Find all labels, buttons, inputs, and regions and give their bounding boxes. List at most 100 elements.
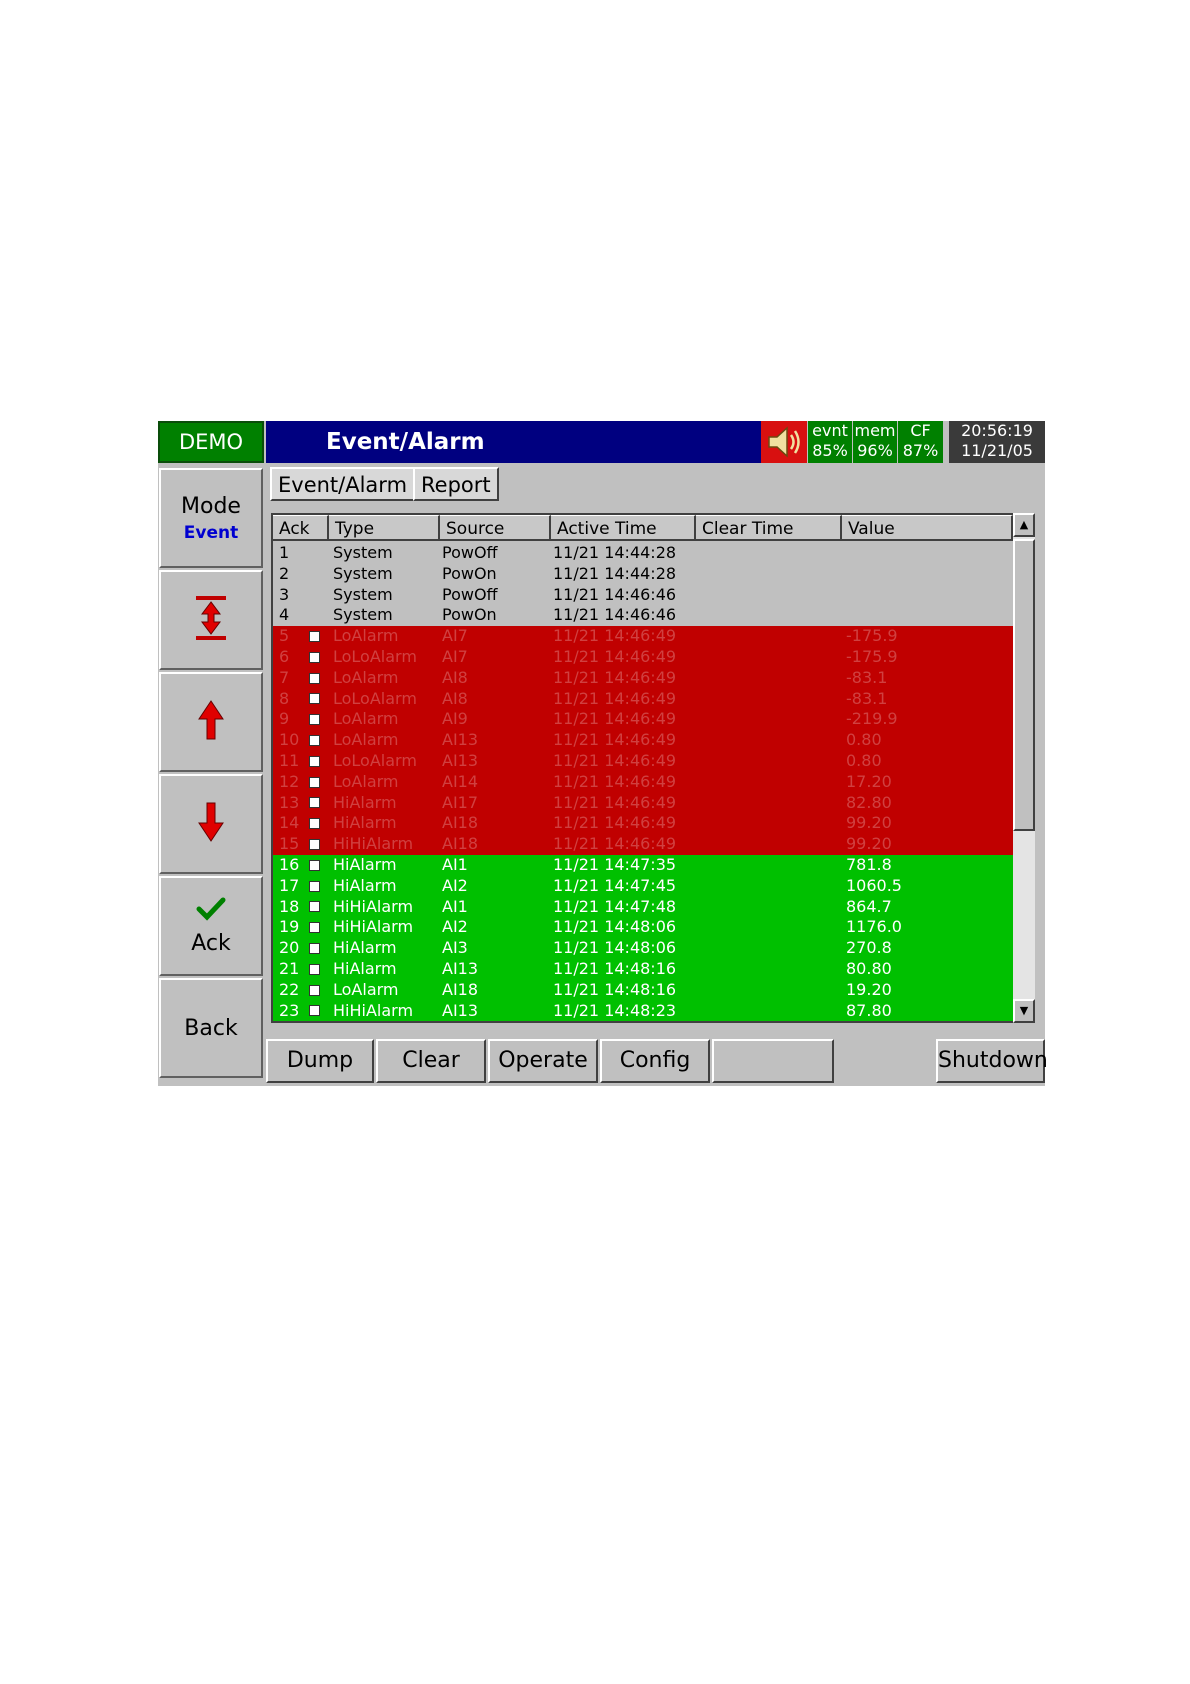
ack-checkbox[interactable] [309,917,327,938]
checkbox[interactable] [309,651,320,663]
ack-checkbox[interactable] [309,876,327,897]
ack-checkbox[interactable] [309,1001,327,1021]
checkbox[interactable] [309,1005,320,1017]
checkbox[interactable] [309,922,320,934]
column-header-active-time[interactable]: Active Time [551,515,696,541]
table-row[interactable]: 4 System PowOn 11/21 14:46:46 [273,605,1031,627]
table-row[interactable]: 14 HiAlarm AI18 11/21 14:46:49 99.20 [273,813,1031,835]
row-value: 99.20 [846,813,892,833]
checkbox[interactable] [309,693,320,705]
scrollbar-thumb[interactable] [1013,539,1035,831]
shutdown-button[interactable]: Shutdown [936,1039,1048,1083]
scroll-down-button[interactable] [159,774,263,874]
ack-checkbox[interactable] [309,668,327,689]
checkbox[interactable] [309,797,320,809]
ack-checkbox[interactable] [309,626,327,647]
checkbox[interactable] [309,901,320,913]
checkbox[interactable] [309,859,320,871]
row-clear-time [694,709,840,730]
checkbox[interactable] [309,631,320,643]
table-row[interactable]: 8 LoLoAlarm AI8 11/21 14:46:49 -83.1 [273,688,1031,710]
checkbox[interactable] [309,735,320,747]
ack-checkbox[interactable] [309,772,327,793]
table-row[interactable]: 23 HiHiAlarm AI13 11/21 14:48:23 87.80 [273,1000,1031,1021]
table-row[interactable]: 2 System PowOn 11/21 14:44:28 [273,563,1031,585]
table-row[interactable]: 5 LoAlarm AI7 11/21 14:46:49 -175.9 [273,626,1031,647]
table-row[interactable]: 11 LoLoAlarm AI13 11/21 14:46:49 0.80 [273,750,1031,772]
checkbox[interactable] [309,755,320,767]
ack-checkbox[interactable] [309,709,327,730]
row-active-time: 11/21 14:46:49 [553,688,677,708]
scroll-up-button[interactable] [159,672,263,772]
ack-checkbox[interactable] [309,730,327,751]
config-button[interactable]: Config [600,1039,710,1083]
table-row[interactable]: 15 HiHiAlarm AI18 11/21 14:46:49 99.20 [273,834,1031,855]
row-active-time: 11/21 14:46:46 [553,584,677,604]
ack-checkbox[interactable] [309,834,327,855]
column-header-type[interactable]: Type [329,515,440,541]
ack-button[interactable]: Ack [159,876,263,976]
row-clear-time [694,647,840,668]
blank-button[interactable] [712,1039,834,1083]
checkbox[interactable] [309,714,320,726]
mode-value: Event [183,522,239,543]
row-value: -83.1 [846,667,888,687]
mode-button[interactable]: Mode Event [159,468,263,568]
checkbox[interactable] [309,963,320,975]
checkbox[interactable] [309,880,320,892]
tab-event-alarm[interactable]: Event/Alarm [270,467,416,501]
table-row[interactable]: 19 HiHiAlarm AI2 11/21 14:48:06 1176.0 [273,917,1031,939]
triangle-up-icon[interactable]: ▲ [1013,513,1035,537]
back-button[interactable]: Back [159,978,263,1078]
column-header-clear-time[interactable]: Clear Time [696,515,842,541]
column-header-value[interactable]: Value [842,515,1013,541]
checkbox[interactable] [309,839,320,851]
column-header-ack[interactable]: Ack [273,515,329,541]
table-row[interactable]: 18 HiHiAlarm AI1 11/21 14:47:48 864.7 [273,896,1031,918]
ack-checkbox[interactable] [309,959,327,980]
table-row[interactable]: 20 HiAlarm AI3 11/21 14:48:06 270.8 [273,938,1031,959]
column-header-source[interactable]: Source [440,515,551,541]
triangle-down-icon[interactable]: ▼ [1013,999,1035,1023]
row-type: LoAlarm [333,771,399,791]
operate-button[interactable]: Operate [488,1039,598,1083]
ack-checkbox[interactable] [309,689,327,710]
row-clear-time [694,543,840,564]
row-value: -219.9 [846,709,898,729]
vertical-scrollbar[interactable]: ▲ ▼ [1013,513,1035,1023]
table-row[interactable]: 9 LoAlarm AI9 11/21 14:46:49 -219.9 [273,709,1031,731]
table-row[interactable]: 3 System PowOff 11/21 14:46:46 [273,584,1031,606]
ack-checkbox[interactable] [309,751,327,772]
speaker-icon[interactable] [761,421,807,463]
ack-checkbox[interactable] [309,855,327,876]
row-clear-time [694,876,840,897]
ack-checkbox[interactable] [309,813,327,834]
table-row[interactable]: 21 HiAlarm AI13 11/21 14:48:16 80.80 [273,958,1031,980]
table-row[interactable]: 17 HiAlarm AI2 11/21 14:47:45 1060.5 [273,875,1031,897]
dump-button[interactable]: Dump [266,1039,374,1083]
table-row[interactable]: 6 LoLoAlarm AI7 11/21 14:46:49 -175.9 [273,646,1031,668]
table-row[interactable]: 22 LoAlarm AI18 11/21 14:48:16 19.20 [273,979,1031,1001]
ack-checkbox[interactable] [309,647,327,668]
checkbox[interactable] [309,776,320,788]
ack-checkbox[interactable] [309,938,327,959]
row-value [840,564,1000,585]
row-active-time: 11/21 14:48:23 [553,1000,677,1020]
checkbox[interactable] [309,943,320,955]
table-row[interactable]: 16 HiAlarm AI1 11/21 14:47:35 781.8 [273,854,1031,876]
tab-report[interactable]: Report [413,467,499,501]
checkbox[interactable] [309,984,320,996]
row-source: AI8 [442,667,468,687]
ack-checkbox[interactable] [309,980,327,1001]
table-row[interactable]: 10 LoAlarm AI13 11/21 14:46:49 0.80 [273,730,1031,751]
table-row[interactable]: 12 LoAlarm AI14 11/21 14:46:49 17.20 [273,771,1031,793]
table-row[interactable]: 1 System PowOff 11/21 14:44:28 [273,543,1031,564]
table-row[interactable]: 13 HiAlarm AI17 11/21 14:46:49 82.80 [273,792,1031,814]
clear-button[interactable]: Clear [376,1039,486,1083]
ack-checkbox[interactable] [309,897,327,918]
checkbox[interactable] [309,672,320,684]
table-row[interactable]: 7 LoAlarm AI8 11/21 14:46:49 -83.1 [273,667,1031,689]
ack-checkbox[interactable] [309,793,327,814]
checkbox[interactable] [309,818,320,830]
page-jump-button[interactable] [159,570,263,670]
